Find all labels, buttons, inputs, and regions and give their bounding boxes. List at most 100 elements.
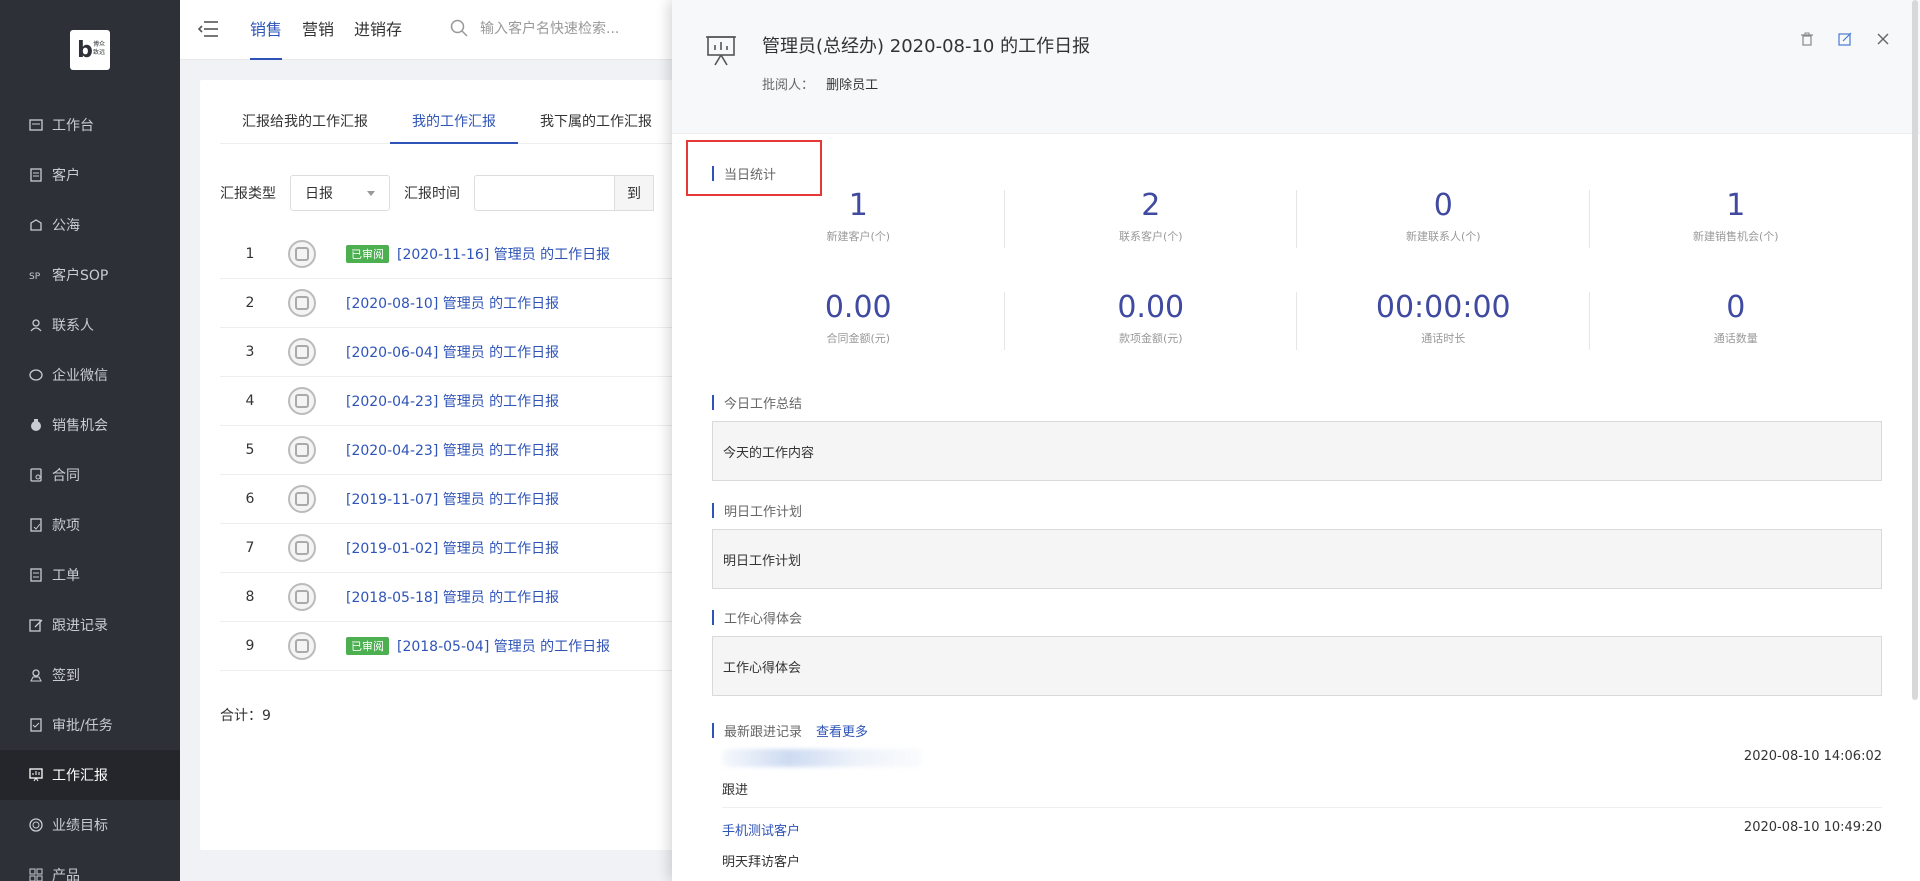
reviewer: 批阅人： 删除员工 bbox=[762, 74, 878, 93]
logo-area: b 博众致远 bbox=[0, 0, 180, 100]
edit-icon[interactable] bbox=[1838, 32, 1852, 46]
sidebar: b 博众致远 工作台 客户 公海 SP 客户SOP 联系人 企业微信 销售机会 合… bbox=[0, 0, 180, 881]
report-link[interactable]: [2020-08-10] 管理员 的工作日报 bbox=[346, 293, 559, 313]
scrollbar[interactable] bbox=[1912, 0, 1918, 700]
close-icon[interactable] bbox=[1876, 32, 1890, 46]
stat-value: 0 bbox=[1726, 290, 1746, 325]
followup-record[interactable]: 2020-08-10 14:06:02 跟进 bbox=[722, 749, 1882, 798]
tab-marketing[interactable]: 营销 bbox=[302, 0, 348, 60]
record-divider bbox=[722, 807, 1882, 808]
status-badge: 已审阅 bbox=[346, 245, 389, 263]
report-link[interactable]: [2020-11-16] 管理员 的工作日报 bbox=[397, 244, 610, 264]
sidebar-item-label: 业绩目标 bbox=[52, 818, 108, 834]
sidebar-item-label: 工作汇报 bbox=[52, 768, 108, 784]
stat-caption: 新建客户(个) bbox=[826, 230, 891, 243]
tab-inventory[interactable]: 进销存 bbox=[354, 0, 416, 60]
sidebar-item-label: 联系人 bbox=[52, 318, 94, 334]
sidebar-item-label: 签到 bbox=[52, 668, 80, 684]
row-index: 7 bbox=[245, 540, 255, 556]
stat-value: 0.00 bbox=[1117, 290, 1185, 325]
delete-icon[interactable] bbox=[1800, 32, 1814, 46]
drawer-header: 管理员(总经办) 2020-08-10 的工作日报 批阅人： 删除员工 bbox=[672, 0, 1920, 134]
product-icon bbox=[28, 867, 44, 881]
stat-caption: 联系客户(个) bbox=[1118, 230, 1183, 243]
menu-toggle-icon[interactable] bbox=[197, 18, 222, 42]
list-total: 合计：9 bbox=[220, 708, 271, 724]
row-index: 9 bbox=[245, 638, 255, 654]
sidebar-item-checkin[interactable]: 签到 bbox=[0, 650, 180, 700]
logo-text: 博众致远 bbox=[93, 41, 106, 56]
sidebar-item-payment[interactable]: 款项 bbox=[0, 500, 180, 550]
customer-search[interactable]: 输入客户名快速检索... bbox=[450, 18, 619, 38]
sidebar-item-followup[interactable]: 跟进记录 bbox=[0, 600, 180, 650]
report-detail-drawer: 管理员(总经办) 2020-08-10 的工作日报 批阅人： 删除员工 当日统计… bbox=[672, 0, 1920, 881]
record-time: 2020-08-10 14:06:02 bbox=[1743, 749, 1882, 764]
sidebar-item-wechat[interactable]: 企业微信 bbox=[0, 350, 180, 400]
followup-record[interactable]: 手机测试客户 2020-08-10 10:49:20 明天拜访客户 bbox=[722, 820, 1882, 870]
avatar bbox=[288, 387, 316, 415]
stat-value: 0.00 bbox=[824, 290, 892, 325]
logo[interactable]: b 博众致远 bbox=[70, 30, 110, 70]
report-link[interactable]: [2018-05-18] 管理员 的工作日报 bbox=[346, 587, 559, 607]
avatar bbox=[288, 632, 316, 660]
stat-caption: 合同金额(元) bbox=[826, 332, 891, 345]
stat-value: 0 bbox=[1433, 188, 1453, 223]
record-header: 2020-08-10 14:06:02 bbox=[722, 749, 1882, 767]
sidebar-item-contact[interactable]: 联系人 bbox=[0, 300, 180, 350]
wechat-icon bbox=[28, 367, 44, 383]
filter-type-label: 汇报类型 bbox=[220, 186, 276, 202]
view-more-link[interactable]: 查看更多 bbox=[816, 725, 868, 740]
record-content: 跟进 bbox=[722, 783, 749, 798]
report-link[interactable]: [2020-04-23] 管理员 的工作日报 bbox=[346, 391, 559, 411]
stat-value: 00:00:00 bbox=[1375, 290, 1511, 325]
stat-caption: 新建联系人(个) bbox=[1405, 230, 1481, 243]
tab-my-reports[interactable]: 我的工作汇报 bbox=[390, 100, 518, 144]
reviewer-value: 删除员工 bbox=[826, 78, 879, 93]
sidebar-item-customer[interactable]: 客户 bbox=[0, 150, 180, 200]
sidebar-item-report[interactable]: 工作汇报 bbox=[0, 750, 180, 800]
sidebar-item-approval[interactable]: 审批/任务 bbox=[0, 700, 180, 750]
avatar bbox=[288, 436, 316, 464]
sidebar-item-label: 跟进记录 bbox=[52, 618, 108, 634]
sidebar-item-sop[interactable]: SP 客户SOP bbox=[0, 250, 180, 300]
tab-reported-to-me[interactable]: 汇报给我的工作汇报 bbox=[220, 100, 390, 143]
today-summary-title: 今日工作总结 bbox=[712, 393, 802, 412]
drawer-actions bbox=[1800, 32, 1890, 46]
stat-new-customers: 1 新建客户(个) bbox=[712, 186, 1005, 248]
ticket-icon bbox=[28, 567, 44, 583]
report-type-select[interactable]: 日报 bbox=[290, 175, 390, 211]
drawer-title: 管理员(总经办) 2020-08-10 的工作日报 bbox=[762, 36, 1091, 57]
search-icon bbox=[450, 19, 468, 37]
sidebar-nav: 工作台 客户 公海 SP 客户SOP 联系人 企业微信 销售机会 合同 款项 工单… bbox=[0, 100, 180, 881]
sidebar-item-contract[interactable]: 合同 bbox=[0, 450, 180, 500]
row-index: 2 bbox=[245, 295, 255, 311]
stat-payment-amount: 0.00 款项金额(元) bbox=[1005, 288, 1298, 350]
sidebar-item-pool[interactable]: 公海 bbox=[0, 200, 180, 250]
report-link[interactable]: [2020-06-04] 管理员 的工作日报 bbox=[346, 342, 559, 362]
report-link[interactable]: [2019-01-02] 管理员 的工作日报 bbox=[346, 538, 559, 558]
sidebar-item-label: 款项 bbox=[52, 518, 80, 534]
sidebar-item-product[interactable]: 产品 bbox=[0, 850, 180, 881]
customer-name-link[interactable]: 手机测试客户 bbox=[722, 820, 800, 839]
customer-icon bbox=[28, 167, 44, 183]
search-placeholder: 输入客户名快速检索... bbox=[480, 21, 620, 37]
report-link[interactable]: [2018-05-04] 管理员 的工作日报 bbox=[397, 636, 610, 656]
report-link[interactable]: [2020-04-23] 管理员 的工作日报 bbox=[346, 440, 559, 460]
sidebar-item-workbench[interactable]: 工作台 bbox=[0, 100, 180, 150]
sidebar-item-label: 客户 bbox=[52, 168, 80, 184]
followup-icon bbox=[28, 617, 44, 633]
sidebar-item-target[interactable]: 业绩目标 bbox=[0, 800, 180, 850]
report-link[interactable]: [2019-11-07] 管理员 的工作日报 bbox=[346, 489, 559, 509]
stat-value: 2 bbox=[1141, 188, 1161, 223]
tab-sales[interactable]: 销售 bbox=[250, 0, 296, 60]
sidebar-item-ticket[interactable]: 工单 bbox=[0, 550, 180, 600]
avatar bbox=[288, 240, 316, 268]
sidebar-item-label: 公海 bbox=[52, 218, 80, 234]
sidebar-item-opportunity[interactable]: 销售机会 bbox=[0, 400, 180, 450]
stat-call-count: 0 通话数量 bbox=[1590, 288, 1883, 346]
row-index: 6 bbox=[245, 491, 255, 507]
start-date-input[interactable] bbox=[474, 175, 614, 211]
stat-caption: 通话时长 bbox=[1421, 332, 1466, 345]
tab-subordinate-reports[interactable]: 我下属的工作汇报 bbox=[518, 100, 674, 143]
records-title-text: 最新跟进记录 bbox=[724, 725, 803, 740]
